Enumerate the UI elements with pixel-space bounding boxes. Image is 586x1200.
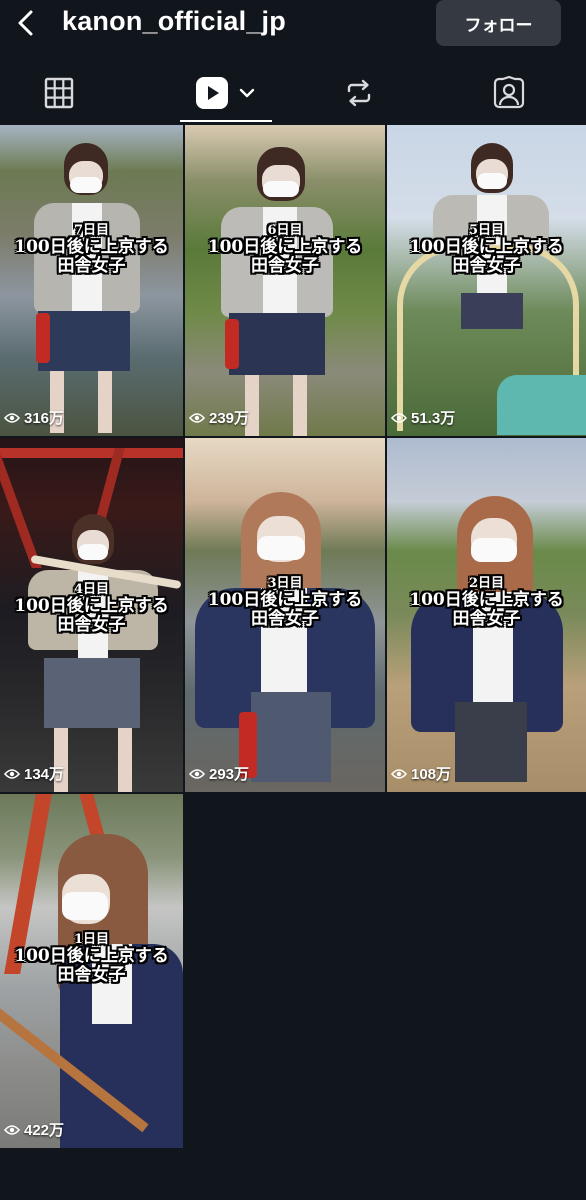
caption-line-1: 100日後に上京する (14, 946, 169, 966)
view-count-value: 51.3万 (411, 410, 456, 427)
eye-icon (189, 768, 205, 779)
caption-line-2: 田舎女子 (452, 256, 521, 276)
eye-icon (4, 412, 20, 423)
reels-play-icon (196, 77, 228, 109)
view-count: 422万 (4, 1119, 64, 1140)
reel-caption: 7日目 100日後に上京する 田舎女子 (0, 219, 183, 276)
reel-tile[interactable]: 6日目 100日後に上京する 田舎女子 239万 (185, 125, 385, 436)
view-count-value: 293万 (209, 766, 250, 783)
thumbnail-figure (195, 492, 375, 792)
day-label: 7日目 (73, 223, 110, 238)
caption-line-2: 田舎女子 (251, 256, 319, 276)
day-label: 1日目 (73, 932, 110, 947)
back-chevron-icon[interactable] (12, 8, 42, 38)
tab-tagged[interactable] (464, 64, 554, 122)
repost-icon (347, 79, 371, 107)
reel-tile[interactable]: 7日目 100日後に上京する 田舎女子 316万 (0, 125, 183, 436)
eye-icon (391, 412, 407, 423)
caption-line-1: 100日後に上京する (207, 590, 363, 610)
reel-tile[interactable]: 4日目 100日後に上京する 田舎女子 134万 (0, 438, 183, 792)
view-count: 239万 (189, 407, 249, 428)
caption-line-1: 100日後に上京する (14, 596, 169, 616)
view-count-value: 134万 (24, 766, 65, 783)
eye-icon (4, 1124, 20, 1135)
day-label: 5日目 (468, 223, 505, 238)
caption-line-1: 100日後に上京する (409, 237, 564, 257)
thumbnail-figure (28, 143, 146, 433)
reel-caption: 6日目 100日後に上京する 田舎女子 (185, 219, 385, 276)
tab-reels[interactable] (180, 64, 272, 122)
view-count-value: 316万 (24, 410, 65, 427)
thumbnail-figure (207, 147, 347, 436)
view-count-value: 422万 (24, 1122, 65, 1139)
view-count-value: 239万 (209, 410, 250, 427)
caption-line-2: 田舎女子 (452, 609, 521, 629)
profile-tabs (0, 64, 586, 122)
reel-tile[interactable]: 1日目 100日後に上京する 田舎女子 422万 (0, 794, 183, 1148)
caption-line-2: 田舎女子 (251, 609, 319, 629)
reel-caption: 5日目 100日後に上京する 田舎女子 (387, 219, 586, 276)
tab-grid[interactable] (14, 64, 104, 122)
caption-line-2: 田舎女子 (57, 615, 126, 635)
day-label: 3日目 (267, 576, 303, 591)
caption-line-2: 田舎女子 (57, 965, 126, 985)
caption-line-1: 100日後に上京する (409, 590, 564, 610)
eye-icon (189, 412, 205, 423)
view-count: 108万 (391, 763, 451, 784)
active-tab-indicator (180, 120, 272, 122)
day-label: 4日目 (73, 582, 110, 597)
tab-reposts[interactable] (314, 64, 404, 122)
view-count: 316万 (4, 407, 64, 428)
follow-button[interactable]: フォロー (436, 0, 561, 46)
view-count-value: 108万 (411, 766, 452, 783)
top-bar: kanon_official_jp フォロー (0, 0, 586, 50)
reel-caption: 3日目 100日後に上京する 田舎女子 (185, 572, 385, 629)
reel-tile[interactable]: 5日目 100日後に上京する 田舎女子 51.3万 (387, 125, 586, 436)
profile-username: kanon_official_jp (62, 6, 286, 36)
eye-icon (4, 768, 20, 779)
view-count: 293万 (189, 763, 249, 784)
reel-tile[interactable]: 2日目 100日後に上京する 田舎女子 108万 (387, 438, 586, 792)
grid-icon (44, 77, 74, 109)
caption-line-2: 田舎女子 (57, 256, 126, 276)
reel-caption: 1日目 100日後に上京する 田舎女子 (0, 928, 183, 985)
slide-chute (497, 375, 586, 435)
reel-caption: 4日目 100日後に上京する 田舎女子 (0, 578, 183, 635)
caption-line-1: 100日後に上京する (14, 237, 169, 257)
thumbnail-figure (407, 492, 567, 792)
reel-caption: 2日目 100日後に上京する 田舎女子 (387, 572, 586, 629)
thumbnail-figure (28, 508, 158, 792)
eye-icon (391, 768, 407, 779)
view-count: 51.3万 (391, 407, 455, 428)
caption-line-1: 100日後に上京する (207, 237, 363, 257)
day-label: 6日目 (267, 223, 303, 238)
view-count: 134万 (4, 763, 64, 784)
reel-tile[interactable]: 3日目 100日後に上京する 田舎女子 293万 (185, 438, 385, 792)
day-label: 2日目 (468, 576, 505, 591)
tagged-person-icon (493, 76, 525, 109)
chevron-down-icon (239, 88, 255, 98)
